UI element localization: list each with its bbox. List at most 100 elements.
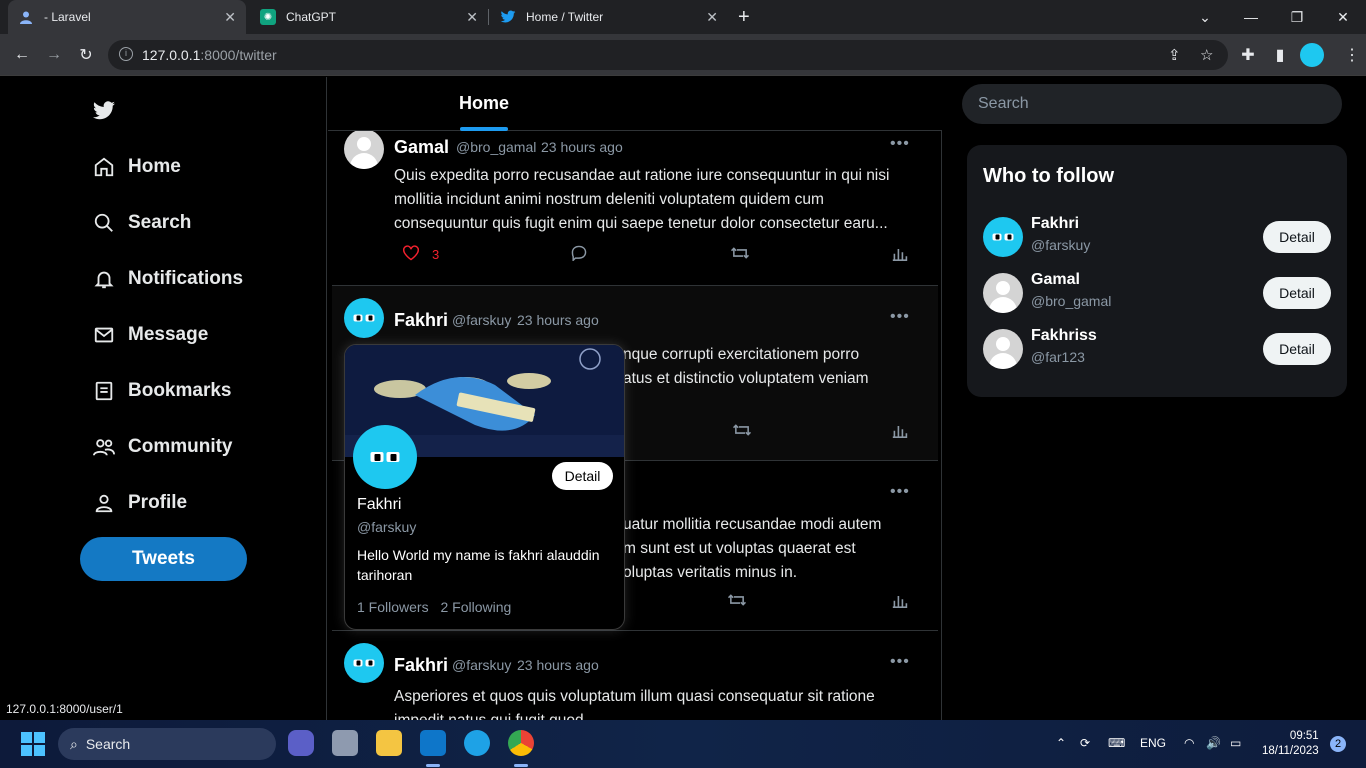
views-button[interactable]: [892, 592, 908, 611]
following-count[interactable]: 2 Following: [440, 599, 511, 615]
avatar[interactable]: [344, 129, 384, 169]
more-options-icon[interactable]: •••: [890, 483, 910, 501]
window-close-icon[interactable]: ✕: [1320, 0, 1366, 34]
avatar-eyes: [370, 452, 400, 462]
volume-icon[interactable]: 🔊: [1206, 736, 1221, 750]
reload-icon[interactable]: ↻: [74, 43, 98, 67]
more-options-icon[interactable]: •••: [890, 135, 910, 153]
close-tab-icon[interactable]: ✕: [466, 9, 478, 26]
views-button[interactable]: [892, 245, 908, 264]
taskbar-search[interactable]: ⌕ Search: [58, 728, 276, 760]
language-indicator[interactable]: ENG: [1140, 736, 1166, 750]
hover-card-name[interactable]: Fakhri: [357, 496, 401, 514]
detail-button[interactable]: Detail: [552, 462, 613, 490]
browser-tab-laravel[interactable]: - Laravel ✕: [8, 0, 246, 34]
keyboard-icon[interactable]: ⌨: [1108, 736, 1125, 750]
reply-button[interactable]: [570, 245, 588, 264]
follow-suggestion[interactable]: Fakhriss @far123 Detail: [983, 327, 1331, 371]
like-button[interactable]: 3: [402, 245, 439, 264]
nav-item-message[interactable]: Message: [92, 320, 208, 350]
camera-icon[interactable]: [332, 730, 358, 756]
followers-count[interactable]: 1 Followers: [357, 599, 429, 615]
twitter-favicon-icon: [500, 9, 516, 25]
nav-item-bookmarks[interactable]: Bookmarks: [92, 376, 232, 406]
nav-item-profile[interactable]: Profile: [92, 488, 187, 518]
browser-menu-icon[interactable]: ⋮: [1340, 43, 1364, 67]
detail-button[interactable]: Detail: [1263, 221, 1331, 253]
nav-label: Search: [128, 212, 192, 233]
browser-tab-twitter[interactable]: Home / Twitter ✕: [490, 0, 728, 34]
more-options-icon[interactable]: •••: [890, 308, 910, 326]
suggestion-name[interactable]: Fakhri: [1031, 215, 1079, 233]
nav-label: Home: [128, 156, 181, 177]
nav-item-home[interactable]: Home: [92, 152, 181, 182]
tab-search-chevron-icon[interactable]: ⌄: [1182, 0, 1228, 34]
forward-arrow-icon[interactable]: →: [42, 43, 66, 67]
twitter-bird-icon[interactable]: [92, 101, 116, 125]
avatar[interactable]: [983, 217, 1023, 257]
tweet-author-name[interactable]: Fakhri: [394, 310, 448, 331]
search-input[interactable]: Search: [962, 84, 1342, 124]
back-arrow-icon[interactable]: ←: [10, 43, 34, 67]
tab-home[interactable]: Home: [459, 93, 509, 114]
close-tab-icon[interactable]: ✕: [224, 9, 236, 26]
detail-button[interactable]: Detail: [1263, 277, 1331, 309]
vscode-icon[interactable]: [420, 730, 446, 756]
nav-item-notifications[interactable]: Notifications: [92, 264, 243, 294]
battery-icon[interactable]: ▭: [1230, 736, 1241, 750]
address-bar[interactable]: i 127.0.0.1:8000/twitter ⇪ ☆: [108, 40, 1228, 70]
avatar[interactable]: [344, 643, 384, 683]
retweet-button[interactable]: [732, 422, 752, 441]
minimize-icon[interactable]: —: [1228, 0, 1274, 34]
tweet-body-line: nque corrupti exercitationem porro: [623, 346, 860, 363]
nav-item-search[interactable]: Search: [92, 208, 191, 238]
retweet-icon: [732, 422, 752, 441]
taskbar-clock[interactable]: 09:51 18/11/2023: [1262, 729, 1319, 759]
detail-button[interactable]: Detail: [1263, 333, 1331, 365]
retweet-button[interactable]: [727, 592, 747, 611]
windows-start-icon[interactable]: [21, 732, 45, 756]
notification-badge[interactable]: 2: [1330, 736, 1346, 752]
tweets-button[interactable]: Tweets: [80, 537, 247, 581]
search-icon: [92, 211, 116, 235]
browser-profile-avatar[interactable]: [1300, 43, 1324, 67]
edge-browser-icon[interactable]: [464, 730, 490, 756]
side-panel-icon[interactable]: ▮: [1268, 43, 1292, 67]
extensions-puzzle-icon[interactable]: ✚: [1236, 43, 1260, 67]
views-button[interactable]: [892, 422, 908, 441]
share-icon[interactable]: ⇪: [1168, 46, 1181, 64]
tweet-body: Asperiores et quos quis voluptatum illum…: [394, 688, 875, 720]
wifi-icon[interactable]: ◠: [1184, 736, 1194, 750]
hover-card-avatar[interactable]: [353, 425, 417, 489]
suggestion-name[interactable]: Gamal: [1031, 271, 1080, 289]
tweet[interactable]: Gamal @bro_gamal 23 hours ago ••• Quis e…: [332, 129, 938, 286]
home-icon: [92, 155, 116, 179]
browser-tab-chatgpt[interactable]: ✺ ChatGPT ✕: [250, 0, 488, 34]
follow-suggestion[interactable]: Gamal @bro_gamal Detail: [983, 271, 1331, 315]
close-tab-icon[interactable]: ✕: [706, 9, 718, 26]
more-options-icon[interactable]: •••: [890, 653, 910, 671]
bookmark-icon: [92, 379, 116, 403]
nav-label: Notifications: [128, 268, 244, 289]
teams-chat-icon[interactable]: [288, 730, 314, 756]
bar-chart-icon: [892, 245, 908, 264]
site-info-icon[interactable]: i: [119, 47, 133, 61]
avatar[interactable]: [983, 273, 1023, 313]
bookmark-star-icon[interactable]: ☆: [1200, 46, 1213, 64]
avatar[interactable]: [344, 298, 384, 338]
retweet-button[interactable]: [730, 245, 750, 264]
tray-chevron-icon[interactable]: ⌃: [1056, 736, 1066, 750]
restore-icon[interactable]: ❐: [1274, 0, 1320, 34]
tweet-author-name[interactable]: Gamal: [394, 137, 449, 158]
follow-suggestion[interactable]: Fakhri @farskuy Detail: [983, 215, 1331, 259]
avatar[interactable]: [983, 329, 1023, 369]
update-icon[interactable]: ⟳: [1080, 736, 1090, 750]
tweet[interactable]: Fakhri @farskuy 23 hours ago ••• Asperio…: [332, 631, 938, 720]
default-avatar-head: [357, 137, 371, 151]
chrome-icon[interactable]: [508, 730, 534, 756]
file-explorer-icon[interactable]: [376, 730, 402, 756]
new-tab-icon[interactable]: +: [738, 6, 750, 29]
tweet-author-name[interactable]: Fakhri: [394, 655, 448, 676]
nav-item-community[interactable]: Community: [92, 432, 233, 462]
suggestion-name[interactable]: Fakhriss: [1031, 327, 1097, 345]
